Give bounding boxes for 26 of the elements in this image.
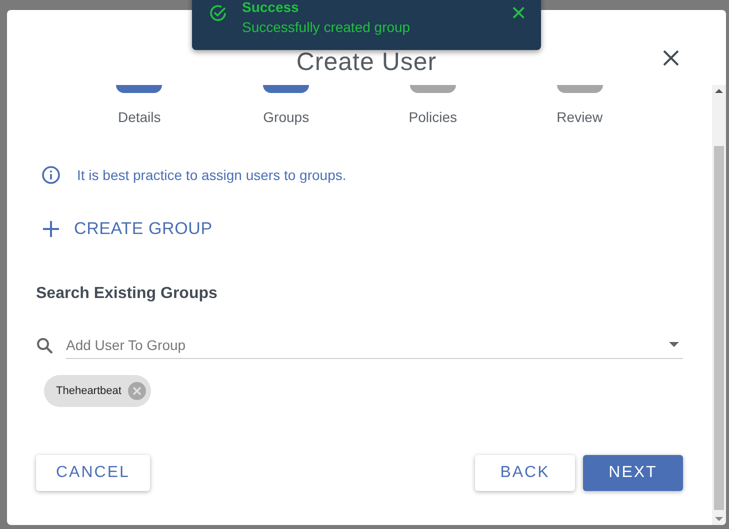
toast-title: Success (242, 0, 300, 15)
next-button[interactable]: NEXT (583, 455, 683, 491)
scrollbar[interactable] (712, 85, 726, 525)
section-title: Search Existing Groups (36, 285, 218, 303)
toast-message: Successfully created group (242, 19, 412, 35)
scroll-up-icon[interactable] (715, 88, 723, 94)
toast-close-button[interactable]: ✕ (510, 1, 527, 25)
dropdown-icon (669, 342, 679, 348)
scroll-down-icon[interactable] (715, 516, 723, 522)
dialog-title: Create User (296, 48, 437, 77)
info-text: It is best practice to assign users to groups. (77, 167, 346, 183)
back-button[interactable]: BACK (475, 455, 575, 491)
step-label: Groups (263, 109, 310, 125)
search-icon (36, 337, 54, 355)
step-label: Review (556, 109, 603, 125)
step-label: Policies (408, 109, 457, 125)
step-label: Details (118, 109, 161, 125)
remove-icon[interactable] (127, 381, 148, 401)
plus-icon (42, 220, 60, 238)
scroll-thumb[interactable] (714, 146, 724, 510)
chip-label: Theheartbeat (56, 385, 122, 397)
cancel-button[interactable]: CANCEL (36, 455, 150, 491)
info-icon (41, 165, 61, 185)
check-circle-icon (208, 3, 228, 23)
close-icon (662, 49, 680, 67)
create-group-button[interactable]: CREATE GROUP (36, 213, 218, 245)
